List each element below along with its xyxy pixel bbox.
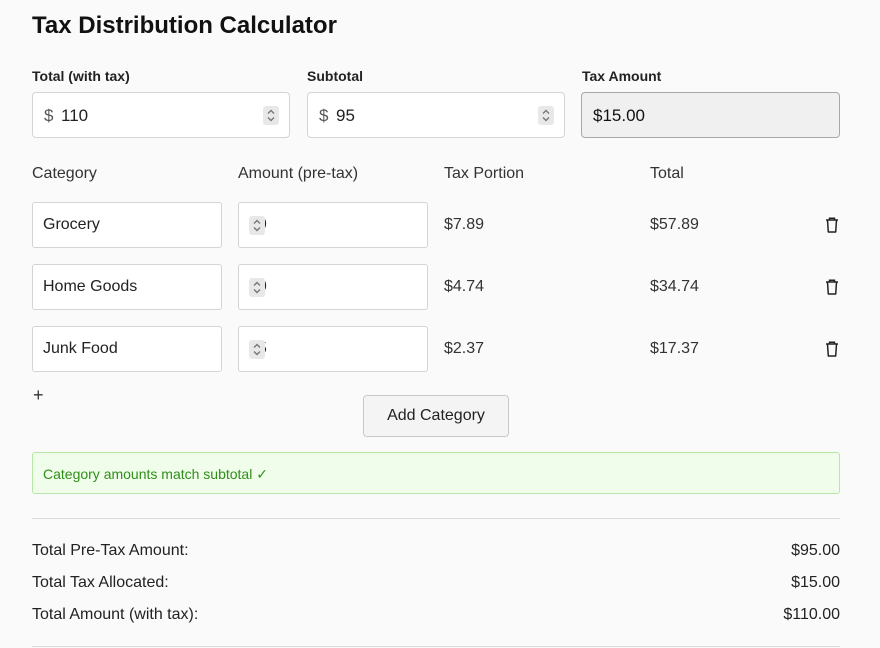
category-amount-input[interactable]: 30 <box>238 264 428 310</box>
category-name-value: Grocery <box>43 216 100 233</box>
tax-calculator-page: Tax Distribution Calculator Total (with … <box>0 0 880 648</box>
tax-portion-value: $2.37 <box>444 340 485 357</box>
category-name-value: Junk Food <box>43 340 118 357</box>
add-category-button[interactable]: Add Category <box>363 395 509 437</box>
category-name-value: Home Goods <box>43 278 138 295</box>
category-name-input[interactable]: Junk Food <box>32 326 222 372</box>
total-amount-label: Total Amount (with tax): <box>32 606 199 623</box>
column-header-category: Category <box>32 165 97 182</box>
tax-amount-value: $15.00 <box>593 106 645 125</box>
tax-amount-label: Tax Amount <box>582 68 662 84</box>
category-amount-input[interactable]: 50 <box>238 202 428 248</box>
trash-icon[interactable] <box>824 216 840 234</box>
total-with-tax-value: 110 <box>61 106 89 125</box>
validation-status-text: Category amounts match subtotal ✓ <box>43 466 268 482</box>
tax-amount-field: $15.00 <box>581 92 840 138</box>
total-amount-value: $110.00 <box>783 606 840 623</box>
summary-divider-bottom <box>32 646 840 647</box>
currency-prefix: $ <box>44 106 54 125</box>
category-row: Home Goods 30 $4.74 $34.74 <box>0 264 880 310</box>
category-row: Grocery 50 $7.89 $57.89 <box>0 202 880 248</box>
column-header-total: Total <box>650 165 684 182</box>
validation-status: Category amounts match subtotal ✓ <box>32 452 840 494</box>
column-header-amount: Amount (pre-tax) <box>238 165 359 182</box>
subtotal-label: Subtotal <box>307 68 363 84</box>
spinner-icon[interactable] <box>263 106 279 125</box>
category-row: Junk Food 15 $2.37 $17.37 <box>0 326 880 372</box>
trash-icon[interactable] <box>824 278 840 296</box>
currency-prefix: $ <box>319 106 329 125</box>
plus-icon[interactable]: + <box>33 386 47 404</box>
subtotal-value: 95 <box>336 106 355 125</box>
tax-portion-value: $4.74 <box>444 278 485 295</box>
tax-portion-value: $7.89 <box>444 216 485 233</box>
total-tax-allocated-value: $15.00 <box>791 574 840 591</box>
category-name-input[interactable]: Grocery <box>32 202 222 248</box>
trash-icon[interactable] <box>824 340 840 358</box>
total-tax-allocated-label: Total Tax Allocated: <box>32 574 169 591</box>
spinner-icon[interactable] <box>249 340 265 359</box>
spinner-icon[interactable] <box>538 106 554 125</box>
total-with-tax-input[interactable]: $ 110 <box>32 92 290 138</box>
row-total-value: $57.89 <box>650 216 699 233</box>
row-total-value: $17.37 <box>650 340 699 357</box>
category-amount-input[interactable]: 15 <box>238 326 428 372</box>
total-pretax-label: Total Pre-Tax Amount: <box>32 542 189 559</box>
subtotal-input[interactable]: $ 95 <box>307 92 565 138</box>
category-name-input[interactable]: Home Goods <box>32 264 222 310</box>
total-pretax-value: $95.00 <box>791 542 840 559</box>
column-header-tax-portion: Tax Portion <box>444 165 525 182</box>
spinner-icon[interactable] <box>249 278 265 297</box>
total-with-tax-label: Total (with tax) <box>32 68 130 84</box>
row-total-value: $34.74 <box>650 278 699 295</box>
summary-divider-top <box>32 518 840 519</box>
spinner-icon[interactable] <box>249 216 265 235</box>
page-title: Tax Distribution Calculator <box>32 12 337 39</box>
